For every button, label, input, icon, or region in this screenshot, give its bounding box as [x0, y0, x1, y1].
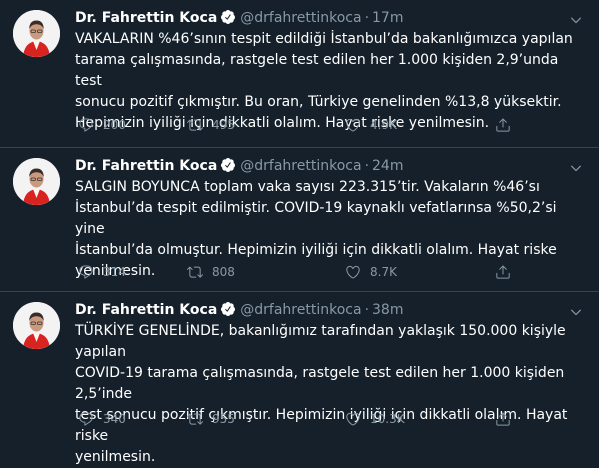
retweet-icon [187, 264, 203, 280]
author-handle[interactable]: @drfahrettinkoca [240, 302, 361, 318]
retweet-icon [187, 117, 203, 133]
heart-icon [345, 117, 361, 133]
verified-badge-icon [220, 9, 236, 31]
author-handle[interactable]: @drfahrettinkoca [240, 158, 361, 174]
retweet-count: 495 [212, 118, 235, 132]
reply-icon [78, 117, 94, 133]
like-count: 4.9K [370, 118, 397, 132]
like-count: 10.3K [370, 412, 405, 426]
share-button[interactable] [495, 411, 511, 427]
share-icon [495, 411, 511, 427]
author-handle[interactable]: @drfahrettinkoca [240, 10, 361, 26]
reply-count: 314 [103, 265, 126, 279]
heart-icon [345, 264, 361, 280]
avatar[interactable] [13, 302, 60, 349]
tweet-actions: 340 955 10.3K [75, 411, 575, 431]
reply-button[interactable]: 340 [78, 411, 126, 427]
reply-icon [78, 264, 94, 280]
reply-count: 340 [103, 412, 126, 426]
reply-button[interactable]: 314 [78, 264, 126, 280]
share-button[interactable] [495, 117, 511, 133]
author-name[interactable]: Dr. Fahrettin Koca [75, 158, 217, 174]
reply-button[interactable]: 200 [78, 117, 126, 133]
share-button[interactable] [495, 264, 511, 280]
verified-badge-icon [220, 301, 236, 323]
retweet-button[interactable]: 955 [187, 411, 235, 427]
author-name[interactable]: Dr. Fahrettin Koca [75, 302, 217, 318]
verified-badge-icon [220, 157, 236, 179]
retweet-icon [187, 411, 203, 427]
reply-count: 200 [103, 118, 126, 132]
tweet-header: Dr. Fahrettin Koca @drfahrettinkoca · 38m [75, 300, 403, 323]
separator-dot: · [364, 158, 370, 174]
like-count: 8.7K [370, 265, 397, 279]
retweet-count: 955 [212, 412, 235, 426]
share-icon [495, 264, 511, 280]
timestamp[interactable]: 24m [372, 158, 403, 174]
tweet-actions: 200 495 4.9K [75, 117, 575, 137]
like-button[interactable]: 8.7K [345, 264, 397, 280]
separator-dot: · [364, 10, 370, 26]
retweet-count: 808 [212, 265, 235, 279]
heart-icon [345, 411, 361, 427]
share-icon [495, 117, 511, 133]
retweet-button[interactable]: 495 [187, 117, 235, 133]
timestamp[interactable]: 17m [372, 10, 403, 26]
tweet-header: Dr. Fahrettin Koca @drfahrettinkoca · 24m [75, 156, 403, 179]
like-button[interactable]: 10.3K [345, 411, 405, 427]
like-button[interactable]: 4.9K [345, 117, 397, 133]
avatar[interactable] [13, 158, 60, 205]
timestamp[interactable]: 38m [372, 302, 403, 318]
retweet-button[interactable]: 808 [187, 264, 235, 280]
tweet-header: Dr. Fahrettin Koca @drfahrettinkoca · 17m [75, 8, 403, 31]
tweet-text: TÜRKİYE GENELİNDE, bakanlığımız tarafınd… [75, 323, 568, 465]
avatar[interactable] [13, 10, 60, 57]
separator-dot: · [364, 302, 370, 318]
reply-icon [78, 411, 94, 427]
tweet-actions: 314 808 8.7K [75, 264, 575, 284]
author-name[interactable]: Dr. Fahrettin Koca [75, 10, 217, 26]
tweet[interactable]: Dr. Fahrettin Koca @drfahrettinkoca · 17m V… [0, 0, 599, 148]
tweet-feed: Dr. Fahrettin Koca @drfahrettinkoca · 17m V… [0, 0, 599, 465]
